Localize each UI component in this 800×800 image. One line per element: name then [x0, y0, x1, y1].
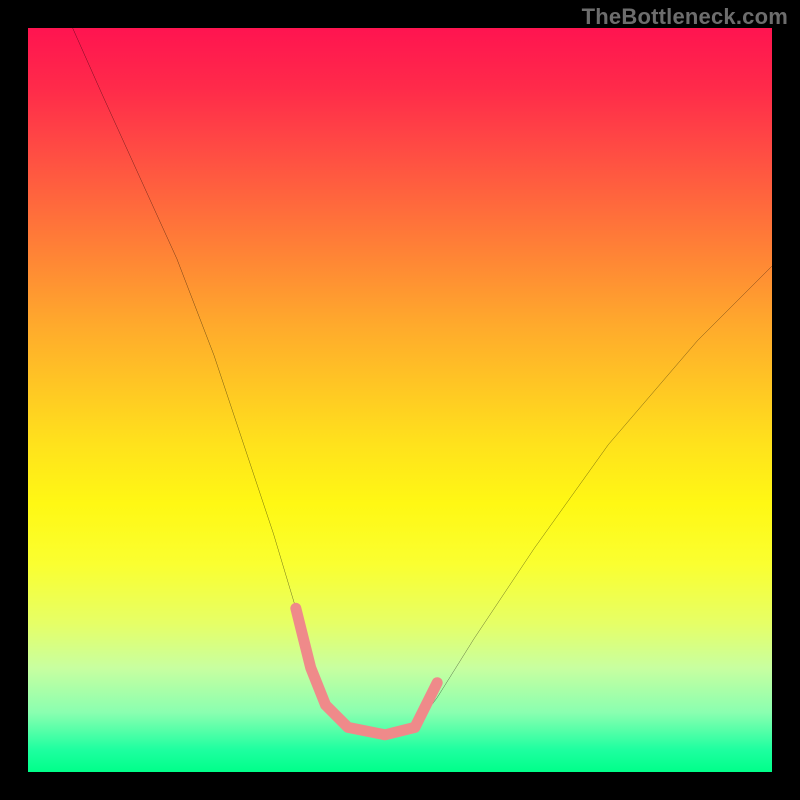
watermark-label: TheBottleneck.com	[582, 4, 788, 30]
plot-area	[28, 28, 772, 772]
chart-container: TheBottleneck.com	[0, 0, 800, 800]
curve-layer	[28, 28, 772, 772]
bottleneck-curve-path	[73, 28, 772, 735]
highlight-segment-path	[296, 608, 437, 734]
